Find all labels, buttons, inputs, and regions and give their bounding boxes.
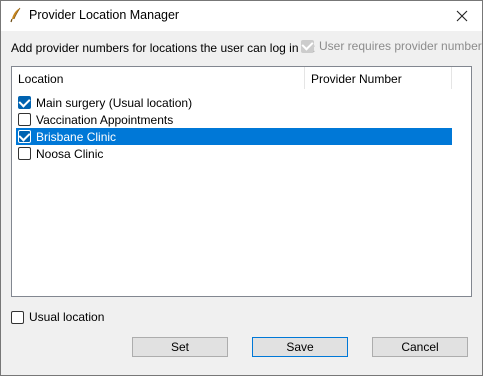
location-list[interactable]: Location Provider Number Main surgery (U… xyxy=(11,66,472,297)
cancel-button[interactable]: Cancel xyxy=(372,337,468,357)
dialog-window: Provider Location Manager Add provider n… xyxy=(0,0,483,376)
row-checkbox[interactable] xyxy=(18,130,31,143)
requires-provider-label: User requires provider number xyxy=(319,39,482,53)
list-header: Location Provider Number xyxy=(12,67,471,89)
column-header-provider-number[interactable]: Provider Number xyxy=(311,72,402,86)
window-title: Provider Location Manager xyxy=(29,8,180,22)
location-name: Brisbane Clinic xyxy=(36,129,117,144)
set-button[interactable]: Set xyxy=(132,337,228,357)
column-header-location[interactable]: Location xyxy=(18,72,63,86)
row-checkbox[interactable] xyxy=(18,96,31,109)
column-divider[interactable] xyxy=(304,67,305,89)
row-checkbox[interactable] xyxy=(18,113,31,126)
list-item[interactable]: Brisbane Clinic xyxy=(16,128,452,145)
usual-location-checkbox[interactable]: Usual location xyxy=(11,310,104,324)
instruction-label: Add provider numbers for locations the u… xyxy=(11,41,316,55)
list-item[interactable]: Main surgery (Usual location) xyxy=(16,94,452,111)
location-name: Vaccination Appointments xyxy=(36,112,174,127)
checkbox-icon xyxy=(11,310,24,324)
title-bar: Provider Location Manager xyxy=(1,1,482,31)
list-item[interactable]: Vaccination Appointments xyxy=(16,111,452,128)
save-button[interactable]: Save xyxy=(252,337,348,357)
usual-location-label: Usual location xyxy=(29,310,105,324)
quill-pen-icon xyxy=(9,7,23,23)
checkbox-icon xyxy=(301,39,314,53)
requires-provider-checkbox[interactable]: User requires provider number xyxy=(301,39,482,53)
location-name: Main surgery (Usual location) xyxy=(36,95,193,110)
column-divider[interactable] xyxy=(451,67,452,89)
close-icon[interactable] xyxy=(442,1,482,31)
row-checkbox[interactable] xyxy=(18,147,31,160)
location-name: Noosa Clinic xyxy=(36,146,104,161)
list-item[interactable]: Noosa Clinic xyxy=(16,145,452,162)
